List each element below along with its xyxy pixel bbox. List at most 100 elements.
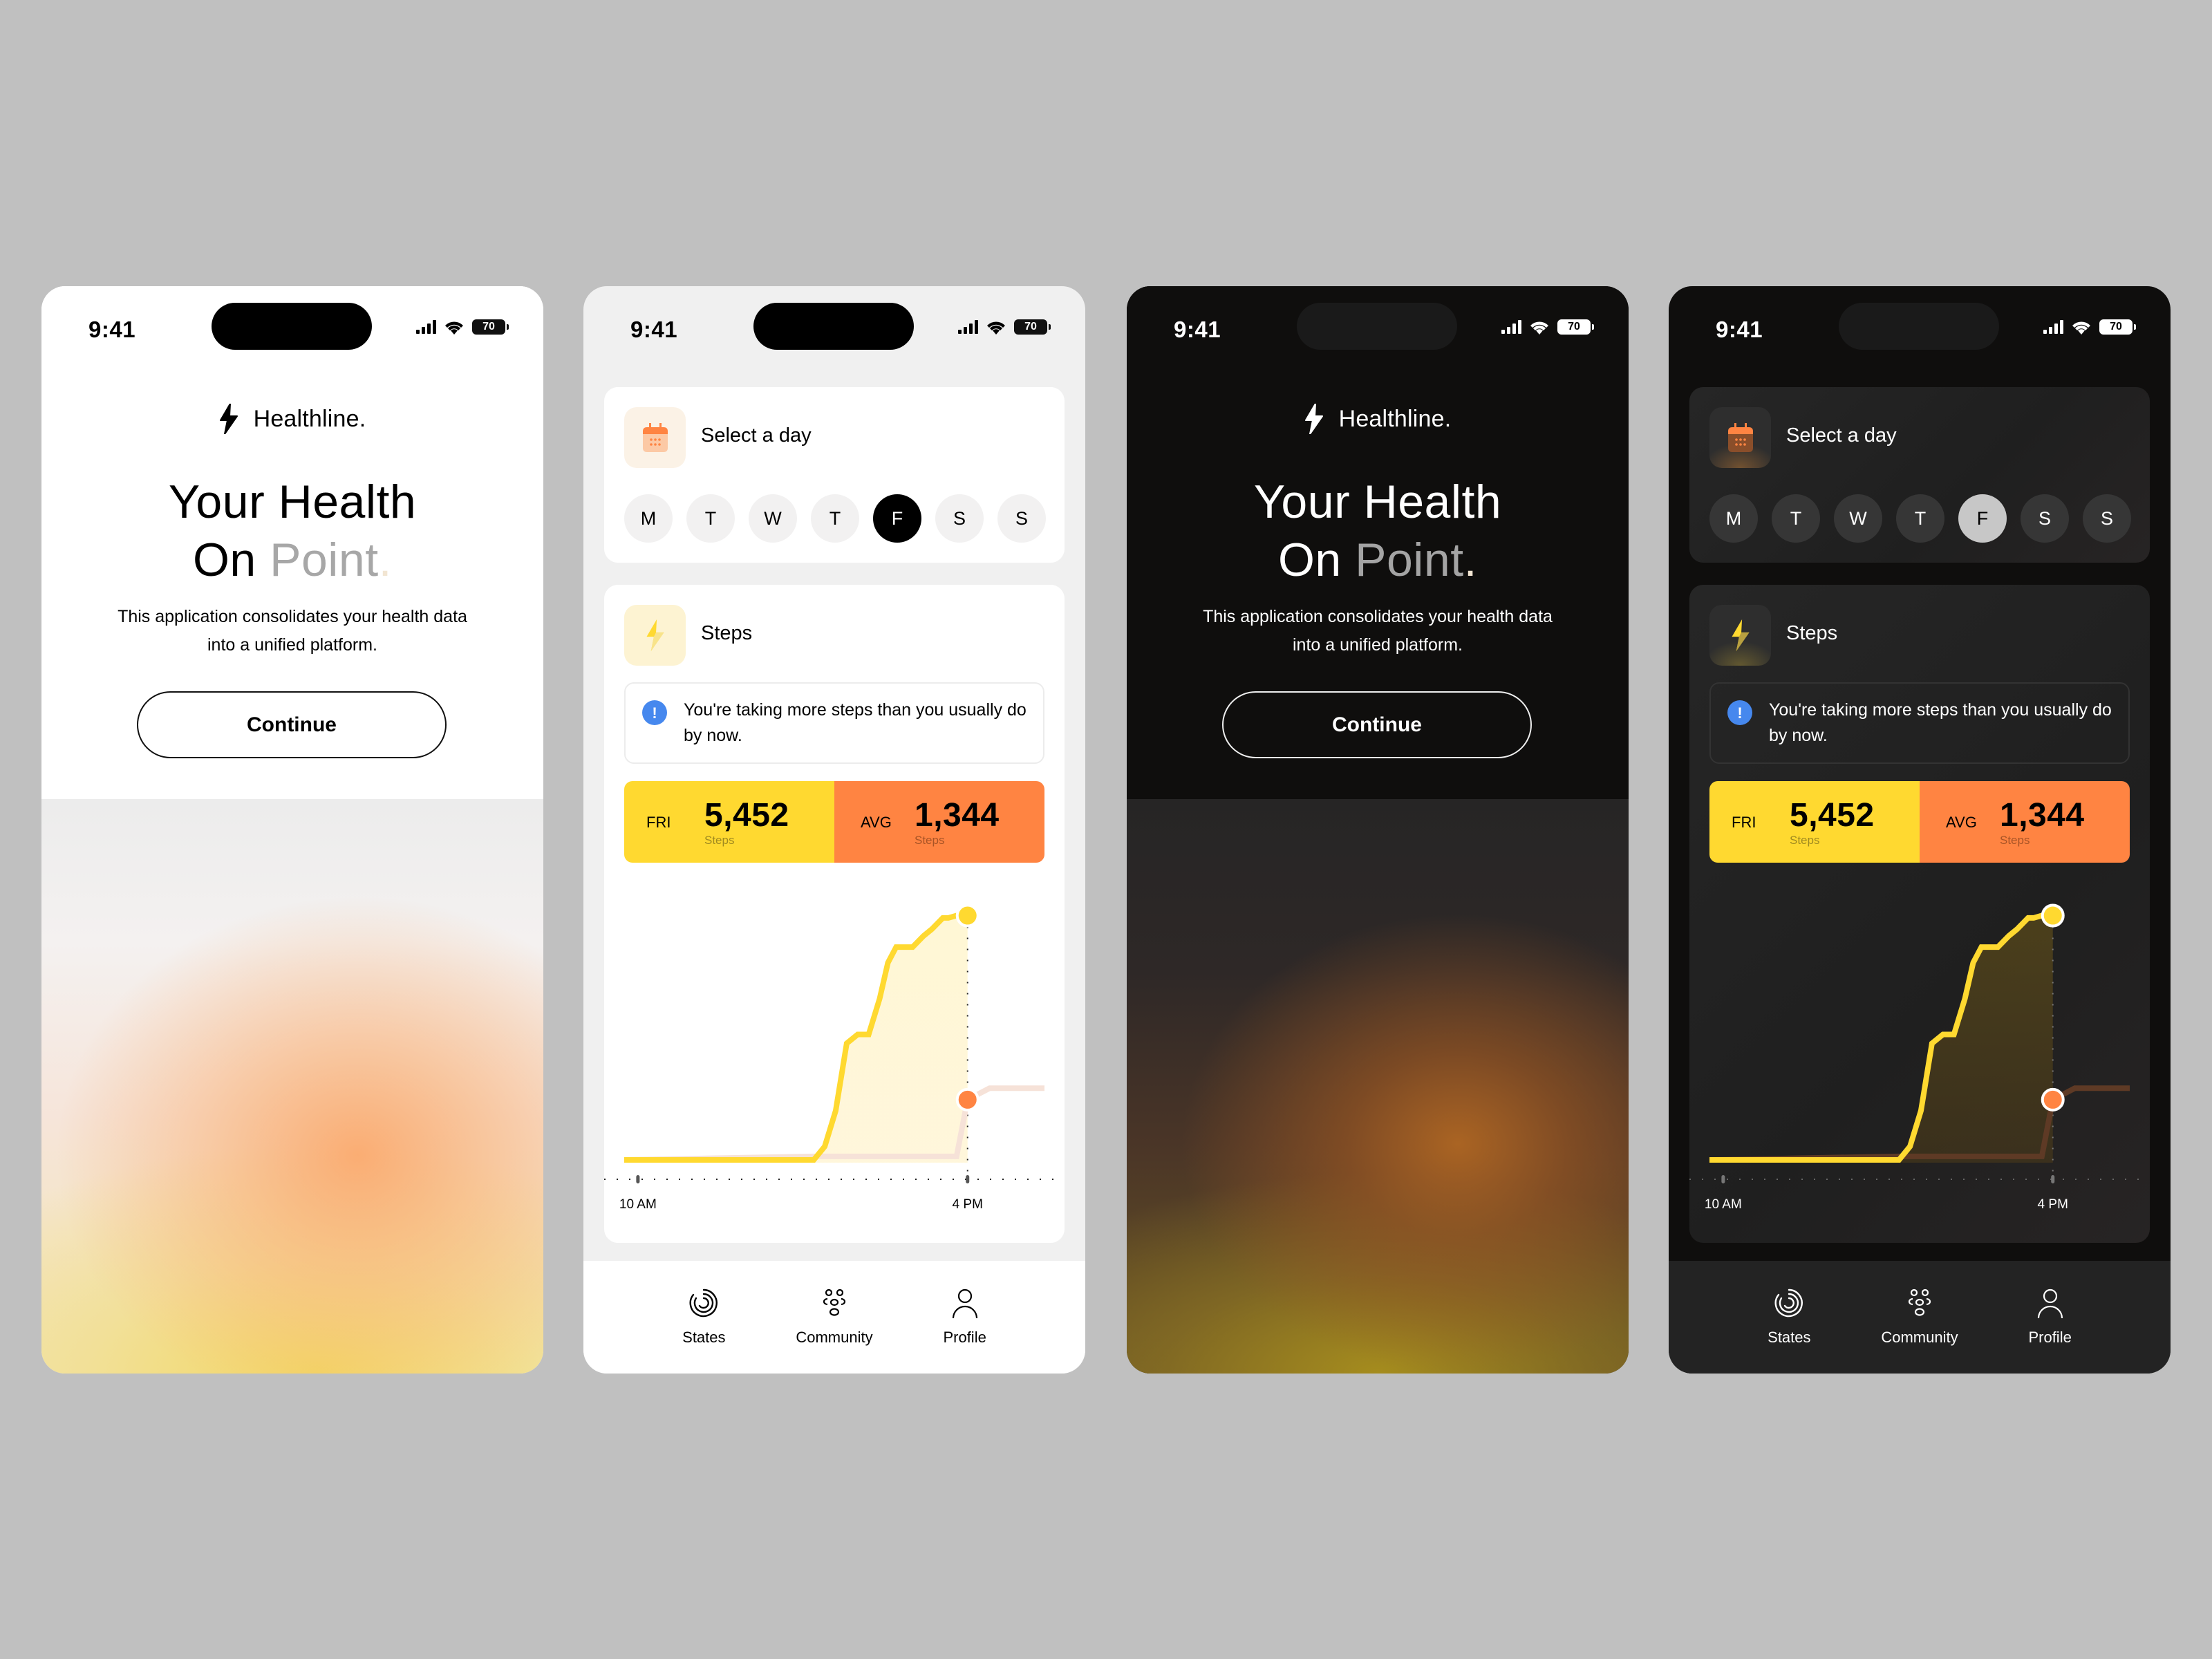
average-label: AVG xyxy=(861,814,892,831)
subtitle: This application consolidates your healt… xyxy=(118,607,467,655)
day-button[interactable]: T xyxy=(1772,494,1820,543)
today-steps-stat: FRI 5,452 Steps xyxy=(624,781,834,863)
average-label: AVG xyxy=(1946,814,1977,831)
phone-dashboard-dark: 9:41 70 Select a day MTWTFSS Steps ! You… xyxy=(1669,286,2171,1374)
nav-item-community[interactable]: Community xyxy=(1864,1287,1975,1347)
info-icon: ! xyxy=(642,700,667,725)
day-button[interactable]: F xyxy=(873,494,921,543)
wifi-icon xyxy=(445,321,463,335)
nav-item-states[interactable]: States xyxy=(648,1287,759,1347)
today-unit: Steps xyxy=(1790,834,1820,847)
profile-icon xyxy=(952,1288,977,1319)
today-label: FRI xyxy=(646,814,671,831)
phone-welcome-light: 9:41 70 Healthline. Your Health On Point… xyxy=(41,286,543,1374)
nav-label: Community xyxy=(1881,1329,1958,1346)
phone-dashboard-light: 9:41 70 Select a day MTWTFSS Steps ! You… xyxy=(583,286,1085,1374)
x-tick-label: 10 AM xyxy=(619,1197,657,1212)
day-button[interactable]: S xyxy=(997,494,1046,543)
continue-button[interactable]: Continue xyxy=(137,691,447,758)
steps-icon-box xyxy=(624,605,686,666)
average-point-marker[interactable] xyxy=(955,1087,980,1112)
average-point-marker[interactable] xyxy=(2041,1087,2065,1112)
calendar-icon-box xyxy=(624,407,686,468)
today-point-marker[interactable] xyxy=(955,903,980,928)
average-steps-stat: AVG 1,344 Steps xyxy=(1920,781,2130,863)
calendar-icon-box xyxy=(1709,407,1771,468)
average-unit: Steps xyxy=(2000,834,2030,847)
calendar-icon xyxy=(642,423,668,452)
average-value: 1,344 xyxy=(2000,797,2085,834)
day-list: MTWTFSS xyxy=(624,494,1046,543)
steps-chart: 10 AM 4 PM xyxy=(1689,875,2150,1243)
today-value: 5,452 xyxy=(1790,797,1875,834)
status-bar: 9:41 70 xyxy=(1669,286,2171,362)
nav-label: States xyxy=(1768,1329,1811,1346)
nav-item-community[interactable]: Community xyxy=(779,1287,890,1347)
activity-rings-icon xyxy=(1774,1288,1803,1318)
today-point-marker[interactable] xyxy=(2041,903,2065,928)
day-button[interactable]: T xyxy=(1896,494,1944,543)
day-selector-card: Select a day MTWTFSS xyxy=(1689,387,2150,563)
wifi-icon xyxy=(2072,321,2090,335)
alert-text: You're taking more steps than you usuall… xyxy=(684,700,1027,745)
dynamic-island xyxy=(753,303,914,350)
today-label: FRI xyxy=(1732,814,1756,831)
phone-welcome-dark: 9:41 70 Healthline. Your Health On Point… xyxy=(1127,286,1629,1374)
nav-label: States xyxy=(682,1329,726,1346)
today-steps-stat: FRI 5,452 Steps xyxy=(1709,781,1920,863)
lightning-bolt-icon xyxy=(1731,619,1750,651)
lightning-bolt-icon xyxy=(1304,404,1323,434)
day-button[interactable]: W xyxy=(749,494,797,543)
nav-item-profile[interactable]: Profile xyxy=(1995,1287,2106,1347)
bottom-nav: States Community Profile xyxy=(583,1261,1085,1374)
activity-rings-icon xyxy=(689,1288,718,1318)
day-button[interactable]: M xyxy=(1709,494,1758,543)
day-button[interactable]: M xyxy=(624,494,673,543)
day-button[interactable]: T xyxy=(686,494,735,543)
day-button[interactable]: S xyxy=(935,494,984,543)
x-tick-mark xyxy=(2051,1175,2055,1183)
today-value: 5,452 xyxy=(704,797,789,834)
profile-icon xyxy=(2037,1288,2063,1319)
today-area-fill xyxy=(1709,915,2053,1163)
steps-card: Steps ! You're taking more steps than yo… xyxy=(604,585,1065,1243)
day-selector-card: Select a day MTWTFSS xyxy=(604,387,1065,563)
status-bar: 9:41 70 xyxy=(583,286,1085,362)
subtitle: This application consolidates your healt… xyxy=(1203,607,1553,655)
lightning-bolt-icon xyxy=(219,404,238,434)
continue-button[interactable]: Continue xyxy=(1222,691,1532,758)
headline: Your Health On Point. xyxy=(168,476,417,586)
brand-name: Healthline. xyxy=(253,405,366,432)
steps-line-chart: 10 AM 4 PM xyxy=(604,903,1065,1212)
today-unit: Steps xyxy=(704,834,735,847)
steps-title: Steps xyxy=(701,622,753,644)
day-button[interactable]: S xyxy=(2083,494,2131,543)
brand-name: Healthline. xyxy=(1338,405,1452,432)
day-button[interactable]: W xyxy=(1834,494,1882,543)
lightning-bolt-icon xyxy=(646,619,664,651)
steps-icon-box xyxy=(1709,605,1771,666)
dynamic-island xyxy=(1297,303,1457,350)
bottom-nav: States Community Profile xyxy=(1669,1261,2171,1374)
wifi-icon xyxy=(1530,321,1548,335)
nav-label: Profile xyxy=(2028,1329,2072,1346)
x-tick-label: 4 PM xyxy=(953,1197,983,1212)
steps-summary: FRI 5,452 Steps AVG 1,344 Steps xyxy=(1709,781,2130,863)
day-button[interactable]: S xyxy=(2021,494,2069,543)
status-time: 9:41 xyxy=(1174,317,1221,342)
battery-icon: 70 xyxy=(1014,319,1051,335)
nav-item-profile[interactable]: Profile xyxy=(910,1287,1020,1347)
steps-chart: 10 AM 4 PM xyxy=(604,875,1065,1243)
day-button[interactable]: F xyxy=(1958,494,2007,543)
status-time: 9:41 xyxy=(1716,317,1763,342)
x-tick-label: 4 PM xyxy=(2038,1197,2068,1212)
day-button[interactable]: T xyxy=(811,494,859,543)
decorative-gradient xyxy=(41,799,543,1374)
status-time: 9:41 xyxy=(630,317,678,342)
x-tick-mark xyxy=(636,1175,640,1183)
steps-card: Steps ! You're taking more steps than yo… xyxy=(1689,585,2150,1243)
brand-logo: Healthline. xyxy=(41,404,543,434)
day-list: MTWTFSS xyxy=(1709,494,2131,543)
today-area-fill xyxy=(624,915,968,1163)
nav-item-states[interactable]: States xyxy=(1734,1287,1844,1347)
